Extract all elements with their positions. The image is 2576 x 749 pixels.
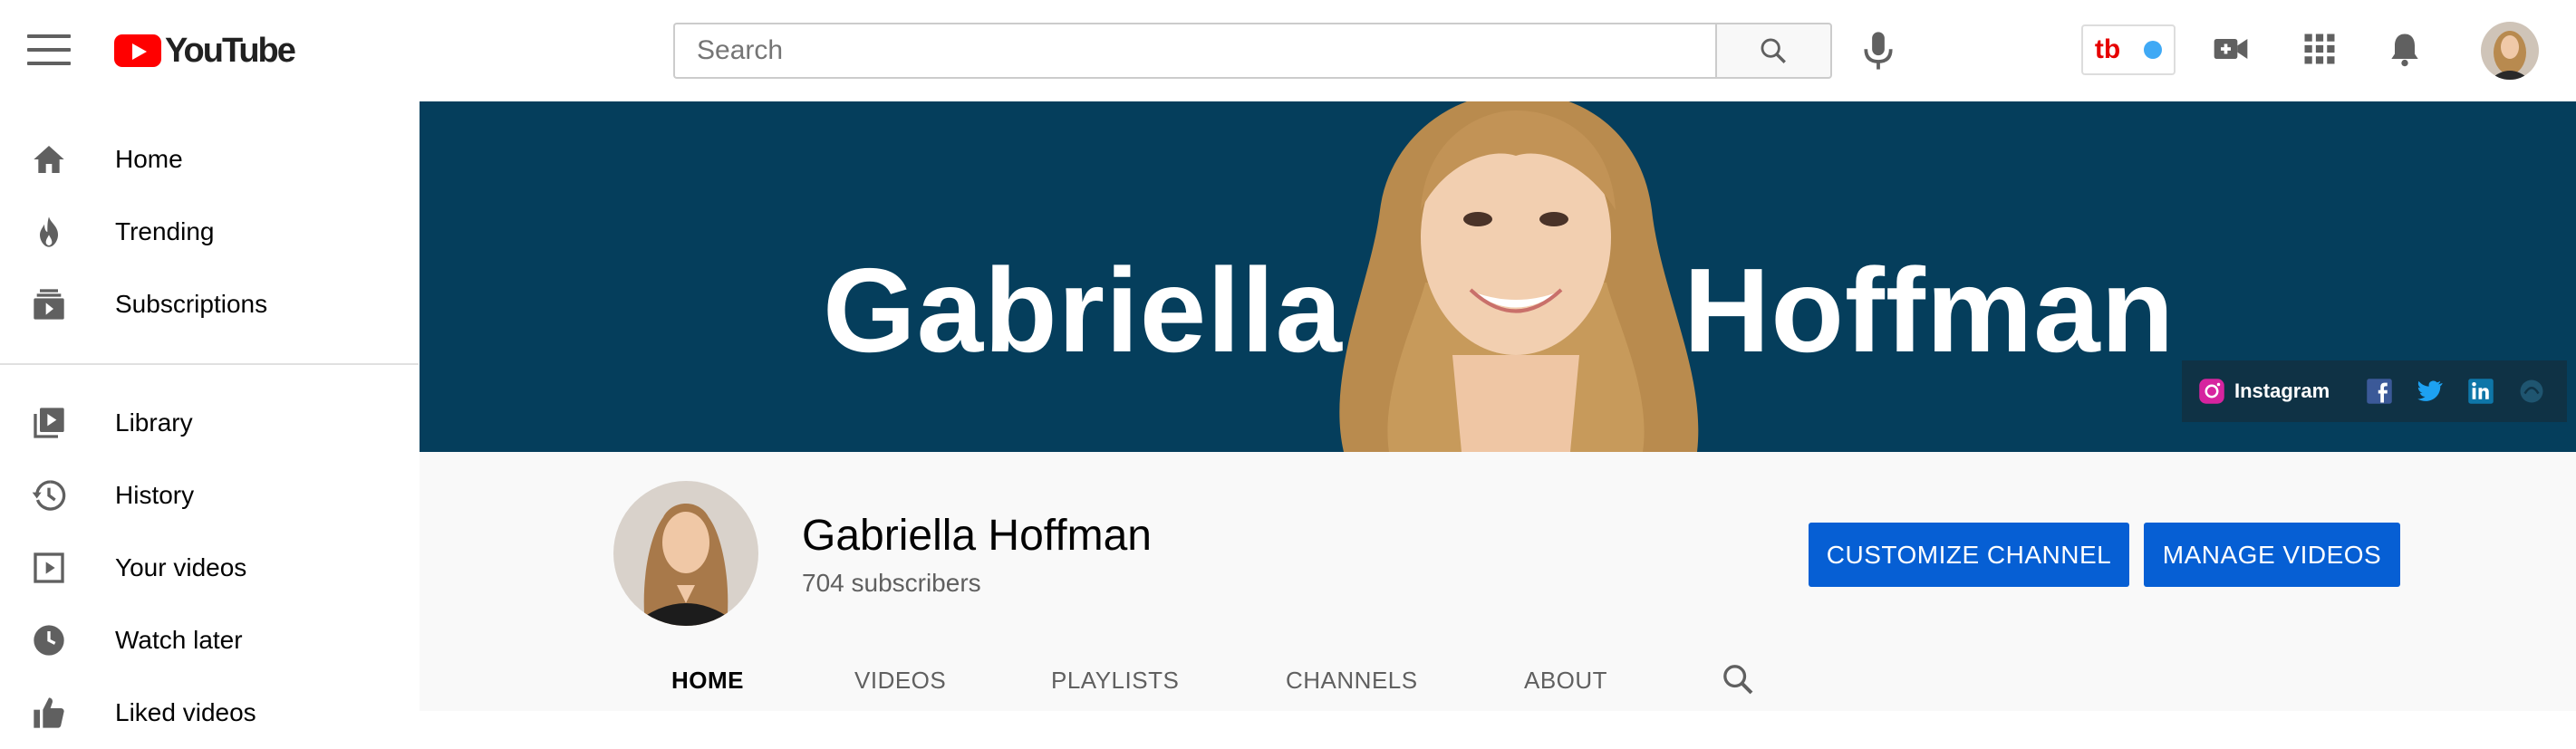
notifications-bell-icon[interactable] <box>2385 29 2425 69</box>
tab-playlists[interactable]: PLAYLISTS <box>1051 667 1179 695</box>
logo-text: YouTube <box>165 31 296 70</box>
search-icon <box>1761 38 1787 63</box>
apps-icon[interactable] <box>2300 29 2340 69</box>
sidebar-item-label: History <box>115 481 195 509</box>
subscriptions-icon <box>34 289 64 320</box>
linkedin-icon[interactable] <box>2467 378 2494 405</box>
thumbs-up-icon <box>34 697 64 728</box>
home-icon <box>34 146 64 173</box>
facebook-icon[interactable] <box>2366 378 2393 405</box>
sidebar-divider <box>0 363 419 365</box>
sidebar-item-label: Library <box>115 408 193 437</box>
sidebar-item-library[interactable]: Library <box>0 387 419 459</box>
library-icon <box>34 408 64 438</box>
sidebar-item-subscriptions[interactable]: Subscriptions <box>0 268 419 341</box>
extension-status-dot <box>2144 41 2163 59</box>
sidebar-item-label: Home <box>115 145 183 173</box>
microphone-icon[interactable] <box>1859 29 1897 72</box>
channel-name: Gabriella Hoffman <box>802 512 1152 560</box>
search-input[interactable] <box>673 23 1715 79</box>
clock-icon <box>34 625 64 656</box>
sidebar-item-label: Liked videos <box>115 698 256 726</box>
create-video-icon[interactable] <box>2211 29 2251 69</box>
sidebar-item-label: Watch later <box>115 626 243 654</box>
sidebar-item-home[interactable]: Home <box>0 123 419 196</box>
sidebar-item-label: Trending <box>115 217 215 245</box>
tab-home[interactable]: HOME <box>671 667 744 695</box>
tab-videos[interactable]: VIDEOS <box>854 667 946 695</box>
banner-first-name: Gabriella <box>823 244 1343 377</box>
trending-flame-icon <box>40 216 58 247</box>
instagram-icon[interactable] <box>2198 378 2225 405</box>
youtube-play-icon <box>114 34 161 67</box>
instagram-link[interactable]: Instagram <box>2234 379 2330 403</box>
youtube-logo[interactable]: YouTube <box>114 31 296 70</box>
sidebar: Home Trending Subscriptions Library Hist… <box>0 101 419 728</box>
sidebar-item-history[interactable]: History <box>0 459 419 532</box>
sidebar-item-trending[interactable]: Trending <box>0 196 419 268</box>
menu-icon[interactable] <box>27 34 71 67</box>
extension-button[interactable]: tb <box>2081 24 2176 75</box>
tab-channels[interactable]: CHANNELS <box>1286 667 1418 695</box>
tab-about[interactable]: ABOUT <box>1524 667 1607 695</box>
channel-banner: Gabriella Hoffman Instagram <box>420 101 2576 452</box>
social-links: Instagram <box>2182 360 2567 422</box>
manage-videos-button[interactable]: MANAGE VIDEOS <box>2144 523 2400 587</box>
sidebar-item-watch-later[interactable]: Watch later <box>0 604 419 677</box>
channel-search-icon[interactable] <box>1720 661 1756 697</box>
sidebar-item-liked-videos[interactable]: Liked videos <box>0 677 419 749</box>
account-avatar[interactable] <box>2481 22 2539 80</box>
search-bar <box>673 23 1832 79</box>
history-icon <box>32 480 66 511</box>
your-videos-icon <box>34 552 64 583</box>
twitter-icon[interactable] <box>2417 378 2444 405</box>
sidebar-item-label: Your videos <box>115 553 247 581</box>
extension-label: tb <box>2094 34 2121 64</box>
sidebar-item-label: Subscriptions <box>115 290 268 318</box>
channel-avatar <box>613 481 758 626</box>
website-link-icon[interactable] <box>2518 378 2545 405</box>
customize-channel-button[interactable]: CUSTOMIZE CHANNEL <box>1809 523 2129 587</box>
subscriber-count: 704 subscribers <box>802 569 981 597</box>
banner-last-name: Hoffman <box>1684 244 2176 377</box>
sidebar-item-your-videos[interactable]: Your videos <box>0 532 419 604</box>
masthead: YouTube tb <box>0 0 2576 101</box>
search-button[interactable] <box>1714 23 1832 79</box>
